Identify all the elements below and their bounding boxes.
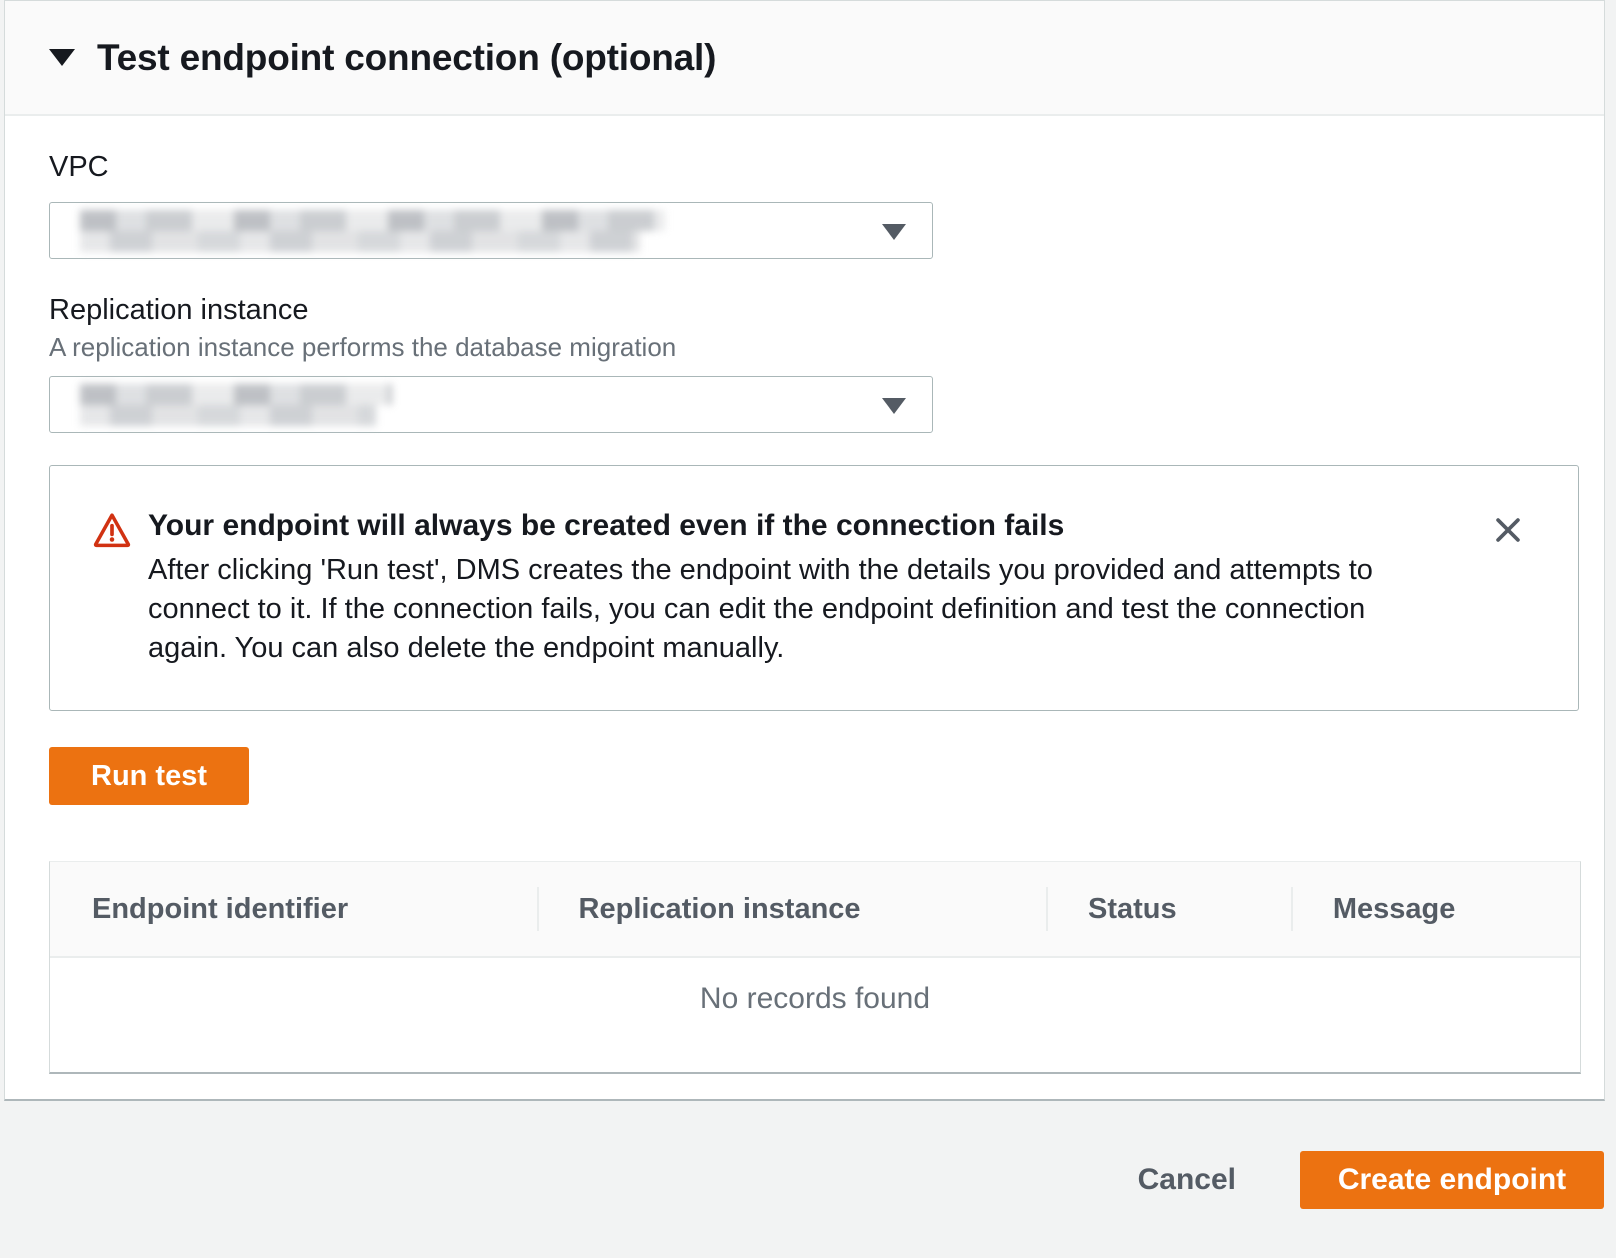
- replication-instance-select[interactable]: [49, 376, 933, 433]
- chevron-down-icon: [882, 398, 906, 414]
- section-content: VPC Replication instance A replication i…: [5, 150, 1604, 1074]
- replication-instance-redacted-value: [80, 384, 392, 426]
- table-empty-message: No records found: [50, 958, 1580, 1072]
- form-footer: Cancel Create endpoint: [0, 1102, 1616, 1258]
- cancel-button[interactable]: Cancel: [1138, 1163, 1236, 1197]
- column-header-replication-instance: Replication instance: [537, 861, 1046, 957]
- close-icon[interactable]: [1490, 512, 1526, 548]
- chevron-down-icon: [882, 224, 906, 240]
- section-collapse-icon: [49, 49, 75, 66]
- alert-text: Your endpoint will always be created eve…: [148, 506, 1448, 668]
- run-test-button[interactable]: Run test: [49, 747, 249, 805]
- alert-title: Your endpoint will always be created eve…: [148, 506, 1448, 546]
- warning-icon: [92, 510, 132, 550]
- test-results-table: Endpoint identifier Replication instance…: [49, 861, 1581, 1074]
- create-endpoint-button[interactable]: Create endpoint: [1300, 1151, 1604, 1209]
- page: Test endpoint connection (optional) VPC …: [0, 0, 1616, 1258]
- column-header-status: Status: [1046, 861, 1291, 957]
- vpc-select[interactable]: [49, 202, 933, 259]
- alert-body: After clicking 'Run test', DMS creates t…: [148, 551, 1448, 668]
- section-header-test-endpoint-connection[interactable]: Test endpoint connection (optional): [5, 1, 1604, 116]
- replication-instance-label: Replication instance: [49, 293, 1560, 327]
- section-title: Test endpoint connection (optional): [97, 37, 716, 79]
- warning-alert: Your endpoint will always be created eve…: [49, 465, 1579, 711]
- table-header-row: Endpoint identifier Replication instance…: [50, 862, 1580, 958]
- column-header-endpoint-identifier: Endpoint identifier: [50, 861, 537, 957]
- vpc-redacted-value: [80, 210, 665, 252]
- vpc-label: VPC: [49, 150, 1560, 184]
- test-endpoint-connection-panel: Test endpoint connection (optional) VPC …: [4, 0, 1605, 1101]
- column-header-message: Message: [1291, 861, 1580, 957]
- replication-instance-description: A replication instance performs the data…: [49, 332, 1560, 362]
